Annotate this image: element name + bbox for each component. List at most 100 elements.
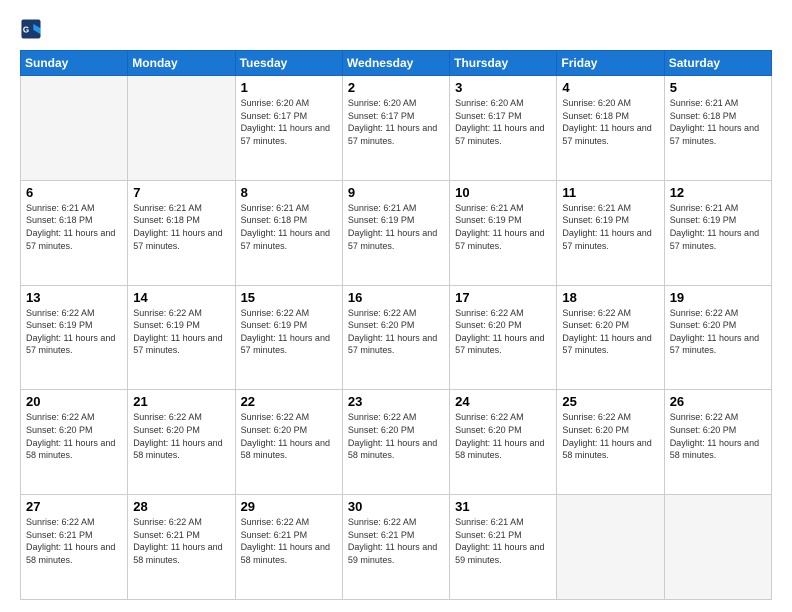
day-info: Sunrise: 6:20 AM Sunset: 6:17 PM Dayligh…: [348, 97, 444, 147]
day-info: Sunrise: 6:22 AM Sunset: 6:20 PM Dayligh…: [455, 411, 551, 461]
calendar-cell: 22 Sunrise: 6:22 AM Sunset: 6:20 PM Dayli…: [235, 390, 342, 495]
day-number: 18: [562, 290, 658, 305]
calendar-cell: 25 Sunrise: 6:22 AM Sunset: 6:20 PM Dayli…: [557, 390, 664, 495]
svg-text:G: G: [23, 26, 29, 35]
day-number: 25: [562, 394, 658, 409]
day-info: Sunrise: 6:21 AM Sunset: 6:18 PM Dayligh…: [670, 97, 766, 147]
day-info: Sunrise: 6:22 AM Sunset: 6:21 PM Dayligh…: [26, 516, 122, 566]
calendar-cell: 9 Sunrise: 6:21 AM Sunset: 6:19 PM Daylig…: [342, 180, 449, 285]
day-number: 3: [455, 80, 551, 95]
day-number: 5: [670, 80, 766, 95]
day-info: Sunrise: 6:22 AM Sunset: 6:20 PM Dayligh…: [348, 411, 444, 461]
day-number: 23: [348, 394, 444, 409]
calendar-cell: 14 Sunrise: 6:22 AM Sunset: 6:19 PM Dayli…: [128, 285, 235, 390]
day-info: Sunrise: 6:22 AM Sunset: 6:20 PM Dayligh…: [241, 411, 337, 461]
header: G: [20, 18, 772, 40]
weekday-header-row: SundayMondayTuesdayWednesdayThursdayFrid…: [21, 51, 772, 76]
day-info: Sunrise: 6:22 AM Sunset: 6:20 PM Dayligh…: [670, 411, 766, 461]
calendar-cell: 7 Sunrise: 6:21 AM Sunset: 6:18 PM Daylig…: [128, 180, 235, 285]
day-info: Sunrise: 6:21 AM Sunset: 6:19 PM Dayligh…: [562, 202, 658, 252]
week-row-4: 27Sunrise: 6:22 AM Sunset: 6:21 PM Dayli…: [21, 495, 772, 600]
calendar-cell: [664, 495, 771, 600]
calendar-cell: 11 Sunrise: 6:21 AM Sunset: 6:19 PM Dayli…: [557, 180, 664, 285]
day-number: 19: [670, 290, 766, 305]
day-info: Sunrise: 6:21 AM Sunset: 6:21 PM Dayligh…: [455, 516, 551, 566]
day-info: Sunrise: 6:20 AM Sunset: 6:18 PM Dayligh…: [562, 97, 658, 147]
logo: G: [20, 18, 46, 40]
weekday-header-tuesday: Tuesday: [235, 51, 342, 76]
calendar-cell: 23 Sunrise: 6:22 AM Sunset: 6:20 PM Dayli…: [342, 390, 449, 495]
weekday-header-wednesday: Wednesday: [342, 51, 449, 76]
day-info: Sunrise: 6:21 AM Sunset: 6:19 PM Dayligh…: [348, 202, 444, 252]
day-number: 13: [26, 290, 122, 305]
day-number: 9: [348, 185, 444, 200]
day-info: Sunrise: 6:22 AM Sunset: 6:21 PM Dayligh…: [241, 516, 337, 566]
page: G SundayMondayTuesdayWednesdayThursdayFr…: [0, 0, 792, 612]
day-number: 11: [562, 185, 658, 200]
day-info: Sunrise: 6:20 AM Sunset: 6:17 PM Dayligh…: [241, 97, 337, 147]
day-number: 4: [562, 80, 658, 95]
day-info: Sunrise: 6:22 AM Sunset: 6:20 PM Dayligh…: [562, 307, 658, 357]
calendar-cell: 31 Sunrise: 6:21 AM Sunset: 6:21 PM Dayli…: [450, 495, 557, 600]
day-number: 30: [348, 499, 444, 514]
calendar-cell: [128, 76, 235, 181]
day-number: 6: [26, 185, 122, 200]
weekday-header-saturday: Saturday: [664, 51, 771, 76]
day-number: 2: [348, 80, 444, 95]
day-number: 22: [241, 394, 337, 409]
calendar: SundayMondayTuesdayWednesdayThursdayFrid…: [20, 50, 772, 600]
day-info: Sunrise: 6:22 AM Sunset: 6:21 PM Dayligh…: [133, 516, 229, 566]
day-info: Sunrise: 6:22 AM Sunset: 6:20 PM Dayligh…: [26, 411, 122, 461]
calendar-cell: 19 Sunrise: 6:22 AM Sunset: 6:20 PM Dayli…: [664, 285, 771, 390]
calendar-cell: 3 Sunrise: 6:20 AM Sunset: 6:17 PM Daylig…: [450, 76, 557, 181]
day-number: 15: [241, 290, 337, 305]
day-info: Sunrise: 6:22 AM Sunset: 6:19 PM Dayligh…: [26, 307, 122, 357]
calendar-cell: 5 Sunrise: 6:21 AM Sunset: 6:18 PM Daylig…: [664, 76, 771, 181]
calendar-cell: [557, 495, 664, 600]
calendar-cell: 10Sunrise: 6:21 AM Sunset: 6:19 PM Dayli…: [450, 180, 557, 285]
day-number: 12: [670, 185, 766, 200]
day-number: 26: [670, 394, 766, 409]
day-number: 14: [133, 290, 229, 305]
calendar-cell: 29 Sunrise: 6:22 AM Sunset: 6:21 PM Dayli…: [235, 495, 342, 600]
calendar-cell: 17Sunrise: 6:22 AM Sunset: 6:20 PM Dayli…: [450, 285, 557, 390]
day-number: 8: [241, 185, 337, 200]
calendar-cell: 6Sunrise: 6:21 AM Sunset: 6:18 PM Daylig…: [21, 180, 128, 285]
day-number: 29: [241, 499, 337, 514]
calendar-cell: 16Sunrise: 6:22 AM Sunset: 6:20 PM Dayli…: [342, 285, 449, 390]
calendar-cell: 20 Sunrise: 6:22 AM Sunset: 6:20 PM Dayli…: [21, 390, 128, 495]
day-number: 1: [241, 80, 337, 95]
day-info: Sunrise: 6:21 AM Sunset: 6:18 PM Dayligh…: [133, 202, 229, 252]
calendar-cell: 8Sunrise: 6:21 AM Sunset: 6:18 PM Daylig…: [235, 180, 342, 285]
day-info: Sunrise: 6:22 AM Sunset: 6:20 PM Dayligh…: [133, 411, 229, 461]
day-info: Sunrise: 6:22 AM Sunset: 6:20 PM Dayligh…: [670, 307, 766, 357]
day-number: 20: [26, 394, 122, 409]
weekday-header-thursday: Thursday: [450, 51, 557, 76]
calendar-cell: 26 Sunrise: 6:22 AM Sunset: 6:20 PM Dayli…: [664, 390, 771, 495]
calendar-cell: 15 Sunrise: 6:22 AM Sunset: 6:19 PM Dayli…: [235, 285, 342, 390]
calendar-cell: 12 Sunrise: 6:21 AM Sunset: 6:19 PM Dayli…: [664, 180, 771, 285]
day-number: 7: [133, 185, 229, 200]
calendar-cell: 18 Sunrise: 6:22 AM Sunset: 6:20 PM Dayli…: [557, 285, 664, 390]
weekday-header-monday: Monday: [128, 51, 235, 76]
week-row-0: 1 Sunrise: 6:20 AM Sunset: 6:17 PM Daylig…: [21, 76, 772, 181]
day-info: Sunrise: 6:21 AM Sunset: 6:19 PM Dayligh…: [455, 202, 551, 252]
calendar-cell: 1 Sunrise: 6:20 AM Sunset: 6:17 PM Daylig…: [235, 76, 342, 181]
day-info: Sunrise: 6:22 AM Sunset: 6:19 PM Dayligh…: [241, 307, 337, 357]
day-info: Sunrise: 6:20 AM Sunset: 6:17 PM Dayligh…: [455, 97, 551, 147]
calendar-cell: 27Sunrise: 6:22 AM Sunset: 6:21 PM Dayli…: [21, 495, 128, 600]
day-info: Sunrise: 6:22 AM Sunset: 6:21 PM Dayligh…: [348, 516, 444, 566]
day-number: 31: [455, 499, 551, 514]
day-info: Sunrise: 6:22 AM Sunset: 6:19 PM Dayligh…: [133, 307, 229, 357]
day-number: 21: [133, 394, 229, 409]
logo-icon: G: [20, 18, 42, 40]
day-info: Sunrise: 6:22 AM Sunset: 6:20 PM Dayligh…: [455, 307, 551, 357]
calendar-cell: 30 Sunrise: 6:22 AM Sunset: 6:21 PM Dayli…: [342, 495, 449, 600]
day-number: 28: [133, 499, 229, 514]
calendar-cell: 24Sunrise: 6:22 AM Sunset: 6:20 PM Dayli…: [450, 390, 557, 495]
calendar-cell: 13 Sunrise: 6:22 AM Sunset: 6:19 PM Dayli…: [21, 285, 128, 390]
day-info: Sunrise: 6:22 AM Sunset: 6:20 PM Dayligh…: [562, 411, 658, 461]
day-info: Sunrise: 6:22 AM Sunset: 6:20 PM Dayligh…: [348, 307, 444, 357]
day-info: Sunrise: 6:21 AM Sunset: 6:19 PM Dayligh…: [670, 202, 766, 252]
week-row-1: 6 Sunrise: 6:21 AM Sunset: 6:18 PM Daylig…: [21, 180, 772, 285]
